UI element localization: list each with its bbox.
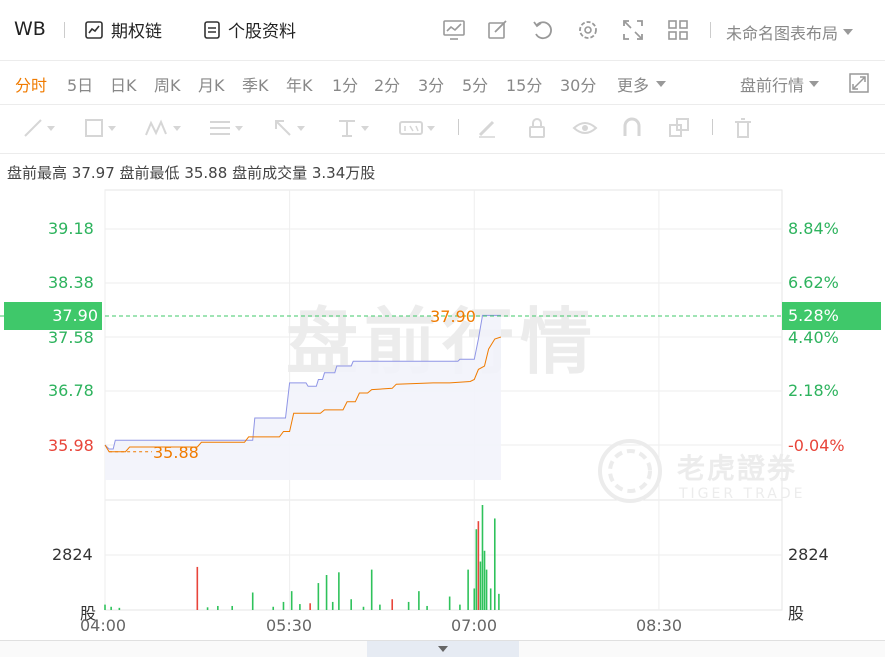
volume-bar <box>477 521 480 610</box>
volume-bar <box>118 607 121 610</box>
y-tick-pct: -0.04% <box>788 436 845 455</box>
current-price-label: 37.90 <box>430 307 476 326</box>
volume-bar <box>206 607 209 610</box>
low-marker-label: 35.88 <box>153 443 199 462</box>
volume-unit-right: 股 <box>788 604 805 623</box>
volume-bar <box>350 599 352 610</box>
volume-bar <box>317 583 320 610</box>
volume-bar <box>272 606 275 610</box>
volume-bar <box>290 591 293 610</box>
volume-bar <box>362 606 365 610</box>
x-tick: 08:30 <box>636 616 683 635</box>
volume-bar <box>473 588 476 610</box>
current-price-badge-text: 37.90 <box>52 306 98 325</box>
footer-bar <box>0 640 885 657</box>
volume-bar <box>196 566 199 610</box>
brand-sub: TIGER TRADE <box>678 486 805 502</box>
y-tick-price: 38.38 <box>48 273 94 292</box>
y-tick-price: 35.98 <box>48 436 94 455</box>
y-tick-price: 36.78 <box>48 381 94 400</box>
y-tick-pct: 4.40% <box>788 328 839 347</box>
x-tick: 04:00 <box>80 616 127 635</box>
volume-bar <box>467 569 469 610</box>
current-price-badge: 37.90 <box>4 302 102 330</box>
y-tick-price: 39.18 <box>48 219 94 238</box>
volume-bar <box>331 601 334 610</box>
current-pct-badge-text: 5.28% <box>788 306 839 325</box>
current-pct-badge: 5.28% <box>782 302 881 330</box>
intraday-chart[interactable]: 盘前行情 老虎證券 TIGER TRADE 35.88 37.90 <box>0 0 885 656</box>
y-tick-pct: 2.18% <box>788 381 839 400</box>
volume-bar <box>479 561 482 610</box>
volume-bar <box>325 575 328 610</box>
volume-bar <box>459 604 461 610</box>
brand-name: 老虎證券 <box>677 452 797 485</box>
volume-bar <box>231 605 233 610</box>
y-tick-pct: 6.62% <box>788 273 839 292</box>
volume-tick-right: 2824 <box>788 545 829 564</box>
volume-bar <box>483 550 486 610</box>
y-tick-price: 37.58 <box>48 328 94 347</box>
volume-bar <box>489 588 492 610</box>
collapse-panel-button[interactable] <box>367 641 519 657</box>
volume-bar <box>498 593 500 610</box>
volume-bar <box>418 591 420 610</box>
volume-bar <box>485 569 488 610</box>
volume-bar <box>217 605 219 610</box>
volume-bar <box>110 606 112 610</box>
volume-bar <box>426 605 428 610</box>
volume-bar <box>370 569 373 610</box>
volume-bar <box>407 601 410 610</box>
y-tick-pct: 8.84% <box>788 219 839 238</box>
volume-bar <box>391 599 394 610</box>
volume-bar <box>448 596 451 610</box>
volume-bar <box>299 604 301 610</box>
tiger-trade-logo: 老虎證券 TIGER TRADE <box>598 439 805 503</box>
volume-bar <box>282 601 285 610</box>
volume-bar <box>481 505 484 610</box>
volume-bar <box>379 604 381 610</box>
volume-bar <box>338 572 340 610</box>
volume-bar <box>251 592 254 610</box>
x-tick: 07:00 <box>451 616 498 635</box>
x-tick: 05:30 <box>266 616 313 635</box>
volume-bar <box>309 603 311 610</box>
volume-bar <box>493 518 496 610</box>
caret-down-icon <box>438 646 448 652</box>
volume-bar <box>104 604 106 610</box>
volume-bar <box>475 529 478 610</box>
volume-tick-left: 2824 <box>52 545 93 564</box>
